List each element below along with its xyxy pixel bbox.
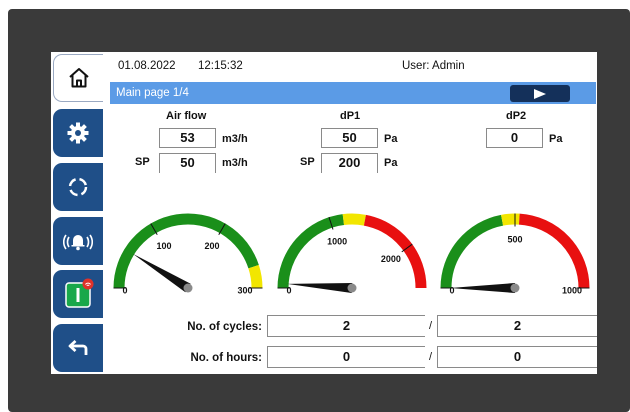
airflow-gauge-band-0 xyxy=(113,213,259,289)
hours-separator: / xyxy=(429,351,433,363)
airflow-gauge-needle xyxy=(132,253,191,293)
hours-value-b: 0 xyxy=(437,346,597,368)
dp2-gauge-label-1: 500 xyxy=(507,234,522,244)
dp1-gauge-label-0: 0 xyxy=(286,285,291,295)
airflow-gauge-label-1: 100 xyxy=(156,241,171,251)
dp2-gauge-needle xyxy=(450,283,515,293)
hours-value-a: 0 xyxy=(267,346,425,368)
airflow-gauge-band-1 xyxy=(248,264,263,289)
dp1-gauge-label-2: 2000 xyxy=(381,254,401,264)
hours-label: No. of hours: xyxy=(190,352,262,364)
cycles-value-a: 2 xyxy=(267,315,425,337)
dp2-gauge-band-1 xyxy=(501,213,520,226)
cycles-value-b: 2 xyxy=(437,315,597,337)
dp2-gauge-band-0 xyxy=(440,214,504,289)
dp2-gauge-band-2 xyxy=(518,213,590,289)
dp2-gauge-hub xyxy=(510,283,520,293)
airflow-gauge-label-3: 300 xyxy=(237,285,252,295)
dp2-gauge-label-2: 1000 xyxy=(562,285,582,295)
dp2-gauge-label-0: 0 xyxy=(449,285,454,295)
airflow-gauge-label-0: 0 xyxy=(122,285,127,295)
dp1-gauge-needle xyxy=(287,283,353,293)
dp1-gauge-band-1 xyxy=(342,213,366,226)
airflow-gauge-hub xyxy=(183,283,193,293)
cycles-separator: / xyxy=(429,320,433,332)
cycles-label: No. of cycles: xyxy=(187,321,262,333)
dp1-gauge-hub xyxy=(347,283,357,293)
dp1-gauge-label-1: 1000 xyxy=(327,237,347,247)
dp1-gauge-band-0 xyxy=(277,214,345,289)
airflow-gauge-label-2: 200 xyxy=(204,241,219,251)
